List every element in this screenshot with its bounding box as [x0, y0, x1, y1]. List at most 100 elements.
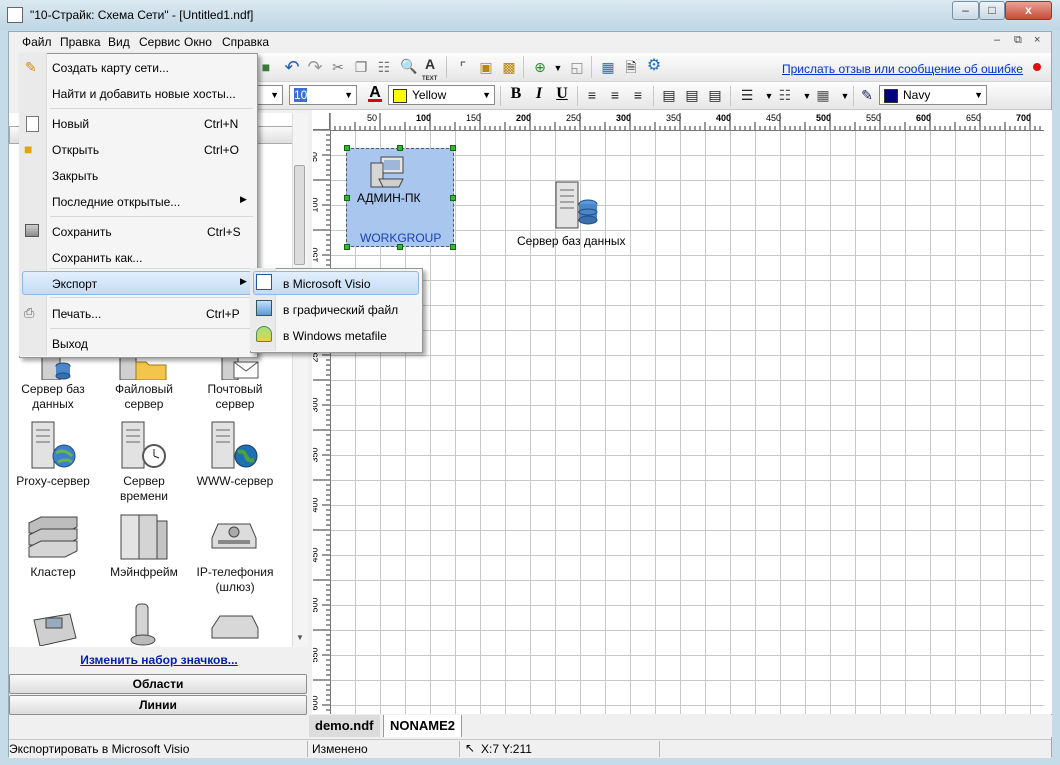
menu-help[interactable]: Справка [222, 35, 269, 49]
mdi-restore-button[interactable]: ⧉ [1014, 34, 1022, 47]
find-icon[interactable]: 🔍 [400, 57, 418, 75]
resize-handle[interactable] [344, 244, 350, 250]
align-left-icon[interactable]: ≡ [583, 86, 601, 104]
areas-button[interactable]: Области [9, 674, 307, 694]
app-icon[interactable] [7, 7, 23, 23]
status-coords: X:7 Y:211 [481, 742, 532, 756]
mdi-minimize-button[interactable]: – [994, 34, 1000, 46]
underline-button[interactable]: U [552, 84, 572, 104]
fill-color-name: Yellow [412, 88, 447, 102]
resize-handle[interactable] [450, 195, 456, 201]
pattern-icon[interactable]: ▦ [814, 86, 832, 104]
menu-item-print[interactable]: Печать... [52, 307, 101, 321]
copy-icon[interactable]: ❐ [352, 58, 370, 76]
align-right-icon[interactable]: ≡ [629, 86, 647, 104]
line-style-icon[interactable]: ☷ [776, 86, 794, 104]
feedback-link[interactable]: Прислать отзыв или сообщение об ошибке [782, 62, 1023, 76]
menu-item-new[interactable]: Новый [52, 117, 89, 131]
submenu-item-visio[interactable]: в Microsoft Visio [283, 277, 371, 291]
change-icon-set-link[interactable]: Изменить набор значков... [9, 653, 309, 667]
print-preview-icon[interactable]: 🗎 [622, 58, 640, 76]
close-button[interactable]: x [1005, 1, 1052, 20]
group-icon[interactable]: ▩ [500, 58, 518, 76]
toolbar-separator [446, 56, 447, 78]
cut-icon[interactable]: ✂ [329, 58, 347, 76]
menu-item-save-as[interactable]: Сохранить как... [52, 251, 142, 265]
modem-icon[interactable] [208, 612, 260, 642]
resize-handle[interactable] [397, 244, 403, 250]
proxy-server-icon[interactable] [30, 420, 78, 472]
ruler-label: 200 [516, 113, 532, 123]
zoom-dropdown-icon[interactable]: ▼ [549, 59, 567, 77]
fill-bucket-icon[interactable]: ✎ [858, 86, 876, 104]
menu-item-create-map[interactable]: Создать карту сети... [52, 61, 169, 75]
redo-icon[interactable]: ↷ [306, 58, 324, 76]
paste-icon[interactable]: ☷ [375, 58, 393, 76]
menu-edit[interactable]: Правка [60, 35, 101, 49]
toolbar-separator [730, 86, 731, 106]
cluster-icon[interactable] [27, 513, 79, 561]
undo-icon[interactable]: ↶ [283, 58, 301, 76]
mainframe-icon[interactable] [119, 513, 169, 561]
zoom-fit-icon[interactable]: ◱ [568, 58, 586, 76]
font-color-button[interactable]: A [365, 83, 385, 103]
menu-item-recent[interactable]: Последние открытые... [52, 195, 180, 209]
cordless-phone-icon[interactable] [128, 602, 158, 646]
palette-scroll-thumb[interactable] [294, 165, 305, 265]
font-size-combo[interactable]: 10 ▼ [289, 85, 357, 105]
font-family-combo[interactable]: ▼ [255, 85, 283, 105]
menu-item-exit[interactable]: Выход [52, 337, 88, 351]
bold-button[interactable]: B [506, 84, 526, 104]
tab-demo[interactable]: demo.ndf [309, 715, 380, 737]
scroll-down-icon[interactable]: ▼ [296, 633, 304, 642]
resize-handle[interactable] [450, 244, 456, 250]
font-size-value: 10 [294, 88, 308, 102]
menu-item-find-hosts[interactable]: Найти и добавить новые хосты... [52, 87, 236, 101]
valign-top-icon[interactable]: ▤ [660, 86, 678, 104]
minimize-button[interactable]: – [952, 1, 979, 20]
fill-color-combo[interactable]: Yellow ▼ [388, 85, 495, 105]
menu-item-close[interactable]: Закрыть [52, 169, 98, 183]
chevron-down-icon[interactable]: ▼ [836, 87, 854, 105]
time-server-icon[interactable] [120, 420, 168, 472]
lock-icon[interactable]: ▣ [477, 58, 495, 76]
line-width-icon[interactable]: ☰ [738, 86, 756, 104]
toolbar-separator [500, 86, 501, 106]
line-color-combo[interactable]: Navy ▼ [879, 85, 987, 105]
valign-bottom-icon[interactable]: ▤ [706, 86, 724, 104]
resize-handle[interactable] [344, 195, 350, 201]
menu-service[interactable]: Сервис [139, 35, 180, 49]
resize-handle[interactable] [397, 145, 403, 151]
save-icon [25, 224, 39, 237]
resize-handle[interactable] [344, 145, 350, 151]
menu-item-save[interactable]: Сохранить [52, 225, 112, 239]
menu-window[interactable]: Окно [184, 35, 212, 49]
menu-item-export[interactable]: Экспорт [52, 277, 97, 291]
ip-telephony-gateway-icon[interactable] [208, 518, 260, 554]
settings-icon[interactable]: ⚙ [645, 57, 663, 75]
ruler-label: 50 [313, 151, 320, 163]
menu-item-open[interactable]: Открыть [52, 143, 99, 157]
tab-noname2[interactable]: NONAME2 [383, 715, 463, 737]
node-admin-pc[interactable]: АДМИН-ПК WORKGROUP [346, 148, 454, 247]
menu-view[interactable]: Вид [108, 35, 130, 49]
mdi-close-button[interactable]: × [1034, 34, 1040, 46]
image-icon[interactable]: ▦ [599, 58, 617, 76]
lines-button[interactable]: Линии [9, 695, 307, 715]
submenu-item-metafile[interactable]: в Windows metafile [283, 329, 387, 343]
database-server-icon[interactable] [550, 180, 602, 232]
align-center-icon[interactable]: ≡ [606, 86, 624, 104]
italic-button[interactable]: I [529, 84, 549, 104]
submenu-item-image[interactable]: в графический файл [283, 303, 398, 317]
valign-middle-icon[interactable]: ▤ [683, 86, 701, 104]
zoom-in-icon[interactable]: ⊕ [531, 58, 549, 76]
text-icon[interactable]: A TEXT [421, 55, 439, 82]
menu-file[interactable]: Файл [22, 35, 52, 49]
ip-phone-icon[interactable] [30, 606, 78, 646]
node-label[interactable]: Сервер баз данных [517, 234, 625, 248]
connector-icon[interactable]: ⌜ [454, 58, 472, 76]
open-folder-icon[interactable]: ■ [257, 58, 275, 76]
resize-handle[interactable] [450, 145, 456, 151]
www-server-icon[interactable] [210, 420, 260, 472]
maximize-button[interactable]: □ [979, 1, 1005, 20]
